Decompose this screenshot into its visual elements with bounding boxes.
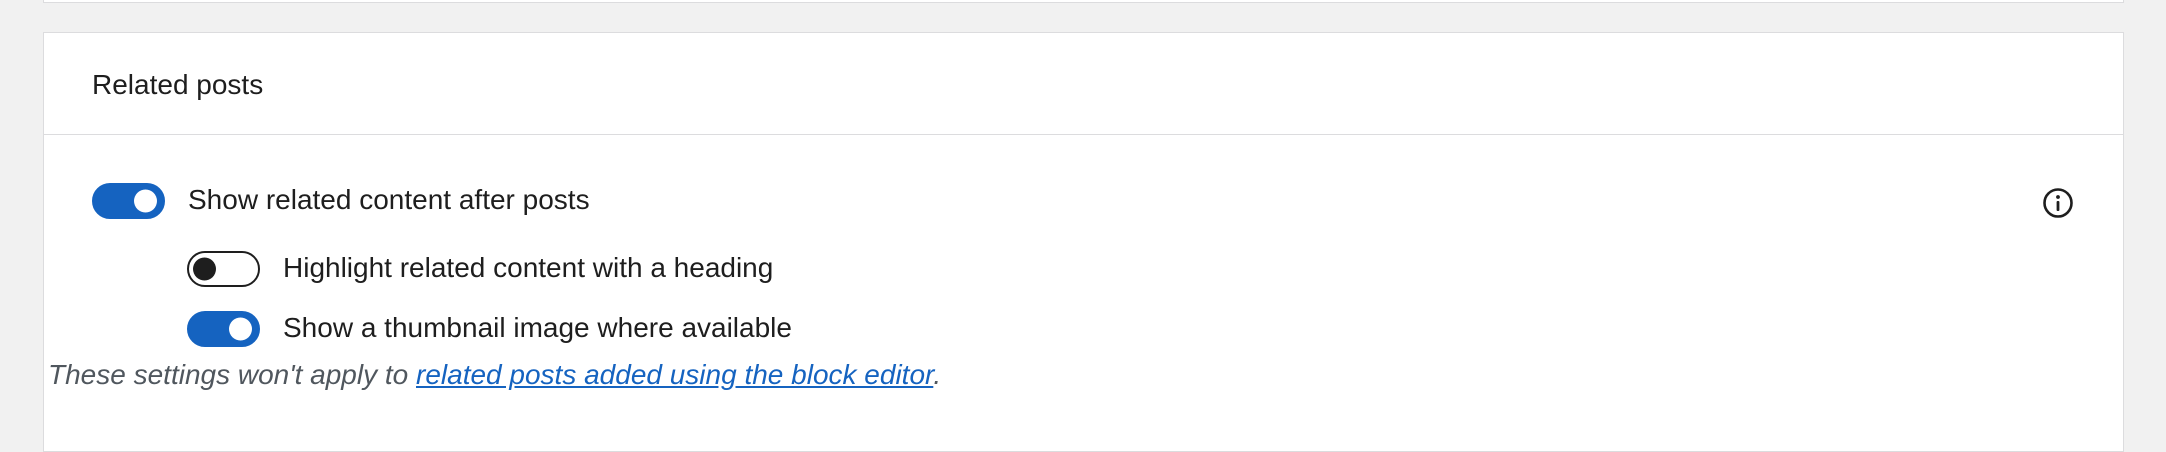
highlight-heading-toggle[interactable] bbox=[187, 251, 260, 287]
note-suffix: . bbox=[933, 359, 942, 390]
previous-card bbox=[43, 0, 2124, 3]
card-header: Related posts bbox=[44, 33, 2123, 135]
show-thumbnail-toggle[interactable] bbox=[187, 311, 260, 347]
section-title: Related posts bbox=[92, 69, 264, 100]
show-related-content-toggle[interactable] bbox=[92, 183, 165, 219]
block-editor-link[interactable]: related posts added using the block edit… bbox=[416, 359, 933, 390]
block-editor-note: These settings won't apply to related po… bbox=[48, 359, 941, 391]
highlight-heading-label: Highlight related content with a heading bbox=[283, 252, 774, 283]
info-icon[interactable] bbox=[2042, 187, 2074, 219]
show-related-content-label: Show related content after posts bbox=[188, 184, 590, 215]
note-prefix: These settings won't apply to bbox=[48, 359, 416, 390]
toggle-knob bbox=[193, 257, 216, 281]
toggle-knob bbox=[134, 189, 157, 213]
show-thumbnail-label: Show a thumbnail image where available bbox=[283, 312, 792, 343]
toggle-knob bbox=[229, 317, 252, 341]
